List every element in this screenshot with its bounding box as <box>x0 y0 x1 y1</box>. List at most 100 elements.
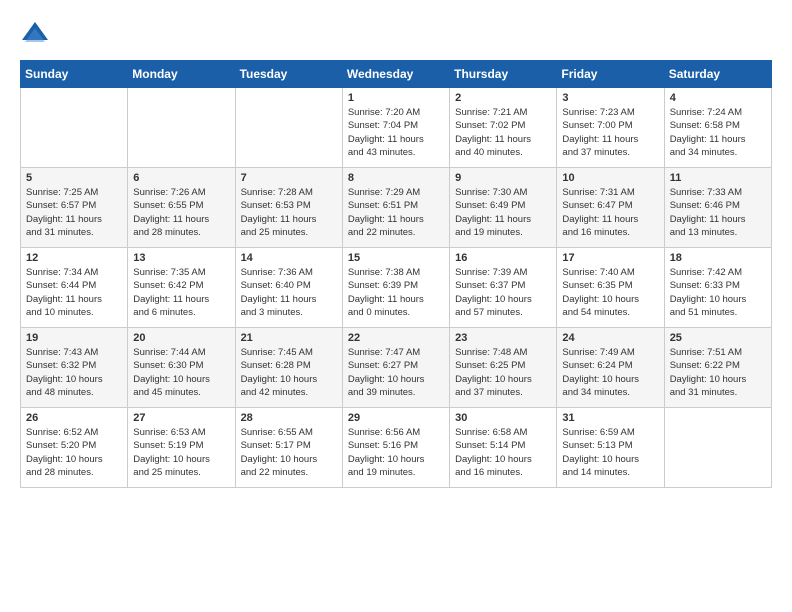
day-number: 27 <box>133 412 229 424</box>
calendar-cell: 22Sunrise: 7:47 AM Sunset: 6:27 PM Dayli… <box>342 328 449 408</box>
calendar-week-row: 12Sunrise: 7:34 AM Sunset: 6:44 PM Dayli… <box>21 248 772 328</box>
day-info: Sunrise: 6:52 AM Sunset: 5:20 PM Dayligh… <box>26 426 122 479</box>
calendar-cell <box>235 88 342 168</box>
day-number: 22 <box>348 332 444 344</box>
calendar-week-row: 19 Sunrise: 7:43 AM Sunset: 6:32 PM Dayli… <box>21 328 772 408</box>
calendar-cell <box>128 88 235 168</box>
day-number: 9 <box>455 172 551 184</box>
calendar-cell: 14 Sunrise: 7:36 AM Sunset: 6:40 PM Dayli… <box>235 248 342 328</box>
calendar-cell: 15 Sunrise: 7:38 AM Sunset: 6:39 PM Dayli… <box>342 248 449 328</box>
day-info: Sunrise: 7:45 AM Sunset: 6:28 PM Dayligh… <box>241 346 337 399</box>
day-number: 5 <box>26 172 122 184</box>
day-info: Sunrise: 7:36 AM Sunset: 6:40 PM Dayligh… <box>241 266 337 319</box>
day-info: Sunrise: 6:53 AM Sunset: 5:19 PM Dayligh… <box>133 426 229 479</box>
day-info: Sunrise: 7:33 AM Sunset: 6:46 PM Dayligh… <box>670 186 766 239</box>
weekday-header-row: SundayMondayTuesdayWednesdayThursdayFrid… <box>21 61 772 88</box>
day-number: 3 <box>562 92 658 104</box>
weekday-header-saturday: Saturday <box>664 61 771 88</box>
day-info: Sunrise: 7:25 AM Sunset: 6:57 PM Dayligh… <box>26 186 122 239</box>
calendar-cell: 11 Sunrise: 7:33 AM Sunset: 6:46 PM Dayli… <box>664 168 771 248</box>
day-info: Sunrise: 7:20 AM Sunset: 7:04 PM Dayligh… <box>348 106 444 159</box>
day-number: 12 <box>26 252 122 264</box>
day-info: Sunrise: 7:31 AM Sunset: 6:47 PM Dayligh… <box>562 186 658 239</box>
day-number: 17 <box>562 252 658 264</box>
weekday-header-monday: Monday <box>128 61 235 88</box>
day-number: 18 <box>670 252 766 264</box>
day-info: Sunrise: 6:55 AM Sunset: 5:17 PM Dayligh… <box>241 426 337 479</box>
calendar-cell: 21 Sunrise: 7:45 AM Sunset: 6:28 PM Dayli… <box>235 328 342 408</box>
weekday-header-friday: Friday <box>557 61 664 88</box>
calendar-table: SundayMondayTuesdayWednesdayThursdayFrid… <box>20 60 772 488</box>
day-number: 1 <box>348 92 444 104</box>
day-number: 14 <box>241 252 337 264</box>
day-number: 25 <box>670 332 766 344</box>
calendar-cell <box>664 408 771 488</box>
day-number: 13 <box>133 252 229 264</box>
logo-icon <box>20 20 50 50</box>
day-info: Sunrise: 7:43 AM Sunset: 6:32 PM Dayligh… <box>26 346 122 399</box>
calendar-cell: 28 Sunrise: 6:55 AM Sunset: 5:17 PM Dayli… <box>235 408 342 488</box>
calendar-week-row: 1 Sunrise: 7:20 AM Sunset: 7:04 PM Daylig… <box>21 88 772 168</box>
day-number: 15 <box>348 252 444 264</box>
calendar-cell: 17 Sunrise: 7:40 AM Sunset: 6:35 PM Dayli… <box>557 248 664 328</box>
calendar-cell: 18 Sunrise: 7:42 AM Sunset: 6:33 PM Dayli… <box>664 248 771 328</box>
calendar-cell <box>21 88 128 168</box>
day-info: Sunrise: 7:29 AM Sunset: 6:51 PM Dayligh… <box>348 186 444 239</box>
day-info: Sunrise: 6:59 AM Sunset: 5:13 PM Dayligh… <box>562 426 658 479</box>
weekday-header-thursday: Thursday <box>450 61 557 88</box>
day-info: Sunrise: 7:40 AM Sunset: 6:35 PM Dayligh… <box>562 266 658 319</box>
weekday-header-sunday: Sunday <box>21 61 128 88</box>
day-info: Sunrise: 7:30 AM Sunset: 6:49 PM Dayligh… <box>455 186 551 239</box>
day-number: 8 <box>348 172 444 184</box>
day-number: 11 <box>670 172 766 184</box>
day-info: Sunrise: 7:49 AM Sunset: 6:24 PM Dayligh… <box>562 346 658 399</box>
page-header <box>20 20 772 50</box>
calendar-cell: 23 Sunrise: 7:48 AM Sunset: 6:25 PM Dayli… <box>450 328 557 408</box>
day-info: Sunrise: 7:21 AM Sunset: 7:02 PM Dayligh… <box>455 106 551 159</box>
calendar-cell: 25 Sunrise: 7:51 AM Sunset: 6:22 PM Dayli… <box>664 328 771 408</box>
day-number: 31 <box>562 412 658 424</box>
calendar-cell: 12Sunrise: 7:34 AM Sunset: 6:44 PM Dayli… <box>21 248 128 328</box>
calendar-cell: 24 Sunrise: 7:49 AM Sunset: 6:24 PM Dayli… <box>557 328 664 408</box>
day-number: 26 <box>26 412 122 424</box>
day-info: Sunrise: 7:42 AM Sunset: 6:33 PM Dayligh… <box>670 266 766 319</box>
day-number: 7 <box>241 172 337 184</box>
day-number: 20 <box>133 332 229 344</box>
day-number: 19 <box>26 332 122 344</box>
day-info: Sunrise: 7:51 AM Sunset: 6:22 PM Dayligh… <box>670 346 766 399</box>
day-info: Sunrise: 7:28 AM Sunset: 6:53 PM Dayligh… <box>241 186 337 239</box>
logo <box>20 20 54 50</box>
day-info: Sunrise: 6:56 AM Sunset: 5:16 PM Dayligh… <box>348 426 444 479</box>
calendar-cell: 1 Sunrise: 7:20 AM Sunset: 7:04 PM Daylig… <box>342 88 449 168</box>
calendar-cell: 2 Sunrise: 7:21 AM Sunset: 7:02 PM Daylig… <box>450 88 557 168</box>
calendar-cell: 30 Sunrise: 6:58 AM Sunset: 5:14 PM Dayli… <box>450 408 557 488</box>
day-info: Sunrise: 7:38 AM Sunset: 6:39 PM Dayligh… <box>348 266 444 319</box>
calendar-cell: 26 Sunrise: 6:52 AM Sunset: 5:20 PM Dayli… <box>21 408 128 488</box>
calendar-cell: 3 Sunrise: 7:23 AM Sunset: 7:00 PM Daylig… <box>557 88 664 168</box>
day-number: 24 <box>562 332 658 344</box>
calendar-cell: 27 Sunrise: 6:53 AM Sunset: 5:19 PM Dayli… <box>128 408 235 488</box>
day-info: Sunrise: 7:48 AM Sunset: 6:25 PM Dayligh… <box>455 346 551 399</box>
calendar-cell: 6Sunrise: 7:26 AM Sunset: 6:55 PM Daylig… <box>128 168 235 248</box>
calendar-cell: 16Sunrise: 7:39 AM Sunset: 6:37 PM Dayli… <box>450 248 557 328</box>
calendar-week-row: 5 Sunrise: 7:25 AM Sunset: 6:57 PM Daylig… <box>21 168 772 248</box>
calendar-cell: 13 Sunrise: 7:35 AM Sunset: 6:42 PM Dayli… <box>128 248 235 328</box>
calendar-cell: 29 Sunrise: 6:56 AM Sunset: 5:16 PM Dayli… <box>342 408 449 488</box>
day-number: 29 <box>348 412 444 424</box>
weekday-header-wednesday: Wednesday <box>342 61 449 88</box>
day-info: Sunrise: 7:35 AM Sunset: 6:42 PM Dayligh… <box>133 266 229 319</box>
calendar-week-row: 26 Sunrise: 6:52 AM Sunset: 5:20 PM Dayli… <box>21 408 772 488</box>
calendar-cell: 7 Sunrise: 7:28 AM Sunset: 6:53 PM Daylig… <box>235 168 342 248</box>
day-number: 6 <box>133 172 229 184</box>
day-info: Sunrise: 7:23 AM Sunset: 7:00 PM Dayligh… <box>562 106 658 159</box>
day-number: 10 <box>562 172 658 184</box>
day-number: 28 <box>241 412 337 424</box>
day-number: 2 <box>455 92 551 104</box>
day-info: Sunrise: 7:44 AM Sunset: 6:30 PM Dayligh… <box>133 346 229 399</box>
day-number: 30 <box>455 412 551 424</box>
day-number: 21 <box>241 332 337 344</box>
day-number: 23 <box>455 332 551 344</box>
calendar-cell: 20 Sunrise: 7:44 AM Sunset: 6:30 PM Dayli… <box>128 328 235 408</box>
calendar-cell: 9 Sunrise: 7:30 AM Sunset: 6:49 PM Daylig… <box>450 168 557 248</box>
day-info: Sunrise: 6:58 AM Sunset: 5:14 PM Dayligh… <box>455 426 551 479</box>
